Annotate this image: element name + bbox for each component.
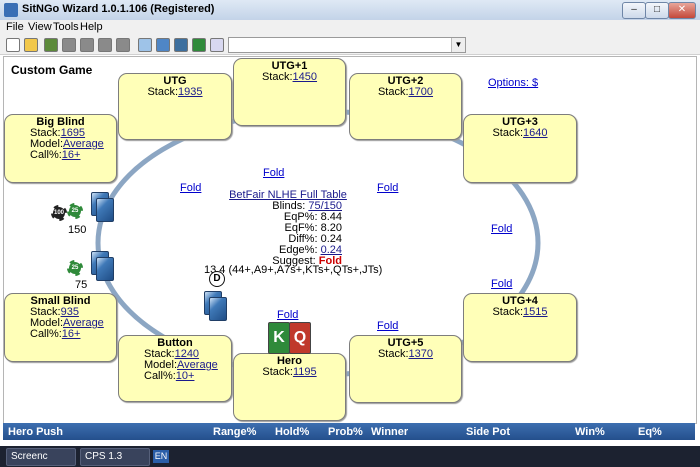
chip-25-icon: 25 (67, 260, 83, 276)
game-title: Custom Game (11, 63, 93, 77)
seat-hero[interactable]: Hero Stack:1195 (233, 353, 346, 421)
call-value[interactable]: 16+ (62, 149, 81, 161)
stack-label: Stack: (262, 366, 293, 378)
col-hero-push: Hero Push (8, 426, 64, 438)
fold-link-utg5[interactable]: Fold (377, 320, 398, 332)
card-back-icon (209, 297, 227, 321)
stack-value[interactable]: 1195 (293, 366, 317, 378)
fold-link-utg3[interactable]: Fold (491, 223, 512, 235)
task-label: Screenc (11, 451, 48, 462)
task-screenc[interactable]: Screenc (6, 448, 76, 466)
col-winner: Winner (371, 426, 409, 438)
chip-25-icon: 25 (67, 203, 83, 219)
seat-utg2[interactable]: UTG+2 Stack:1700 (349, 73, 462, 140)
stack-label: Stack: (492, 127, 524, 139)
call-value[interactable]: 16+ (62, 328, 81, 340)
call-label: Call%: (30, 328, 62, 340)
results-table-header: Hero Push Range% Hold% Prob% Winner Side… (3, 423, 695, 440)
analysis-panel: BetFair NLHE Full Table Blinds: 75/150 E… (218, 190, 347, 267)
taskbar: Screenc CPS 1.3 EN (0, 446, 700, 467)
options-link[interactable]: Options: $ (488, 77, 538, 89)
call-value[interactable]: 10+ (176, 370, 195, 382)
seat-button[interactable]: Button Stack:1240 Model:Average Call%:10… (118, 335, 232, 402)
seat-small-blind[interactable]: Small Blind Stack:935 Model:Average Call… (4, 293, 117, 362)
sb-bet-amount: 75 (75, 279, 88, 291)
seat-utg[interactable]: UTG Stack:1935 (118, 73, 232, 140)
push-range: 13.4 (44+,A9+,A7s+,KTs+,QTs+,JTs) (204, 264, 383, 276)
stack-value[interactable]: 1700 (409, 86, 433, 98)
chip-100-icon: 100 (51, 205, 67, 221)
col-win: Win% (575, 426, 605, 438)
task-label: CPS 1.3 (85, 451, 123, 462)
seat-utg1[interactable]: UTG+1 Stack:1450 (233, 58, 346, 126)
fold-link-utg[interactable]: Fold (180, 182, 201, 194)
stack-label: Stack: (147, 86, 179, 98)
stack-value[interactable]: 1370 (409, 348, 433, 360)
stack-value[interactable]: 1640 (523, 127, 547, 139)
stack-label: Stack: (492, 306, 524, 318)
stack-label: Stack: (377, 86, 409, 98)
fold-link-utg2[interactable]: Fold (377, 182, 398, 194)
col-range: Range% (213, 426, 257, 438)
seat-utg4[interactable]: UTG+4 Stack:1515 (463, 293, 577, 362)
col-prob: Prob% (328, 426, 363, 438)
hero-card-king: K (268, 322, 290, 354)
fold-link-hero[interactable]: Fold (277, 309, 298, 321)
stack-label: Stack: (261, 71, 293, 83)
task-cps[interactable]: CPS 1.3 (80, 448, 150, 466)
stack-label: Stack: (377, 348, 409, 360)
seat-big-blind[interactable]: Big Blind Stack:1695 Model:Average Call%… (4, 114, 117, 183)
col-hold: Hold% (275, 426, 310, 438)
stack-value[interactable]: 1935 (178, 86, 202, 98)
stack-value[interactable]: 1450 (293, 71, 317, 83)
seat-utg3[interactable]: UTG+3 Stack:1640 (463, 114, 577, 183)
col-eq: Eq% (638, 426, 662, 438)
call-label: Call%: (30, 149, 62, 161)
seat-utg5[interactable]: UTG+5 Stack:1370 (349, 335, 462, 403)
dealer-button-icon: D (209, 271, 225, 287)
card-back-icon (96, 257, 114, 281)
fold-link-utg1[interactable]: Fold (263, 167, 284, 179)
card-back-icon (96, 198, 114, 222)
call-label: Call%: (144, 370, 176, 382)
stack-value[interactable]: 1515 (523, 306, 547, 318)
col-side-pot: Side Pot (466, 426, 511, 438)
bb-bet-amount: 150 (68, 224, 87, 236)
language-indicator[interactable]: EN (153, 450, 169, 463)
hero-card-queen: Q (289, 322, 311, 354)
fold-link-utg4[interactable]: Fold (491, 278, 512, 290)
